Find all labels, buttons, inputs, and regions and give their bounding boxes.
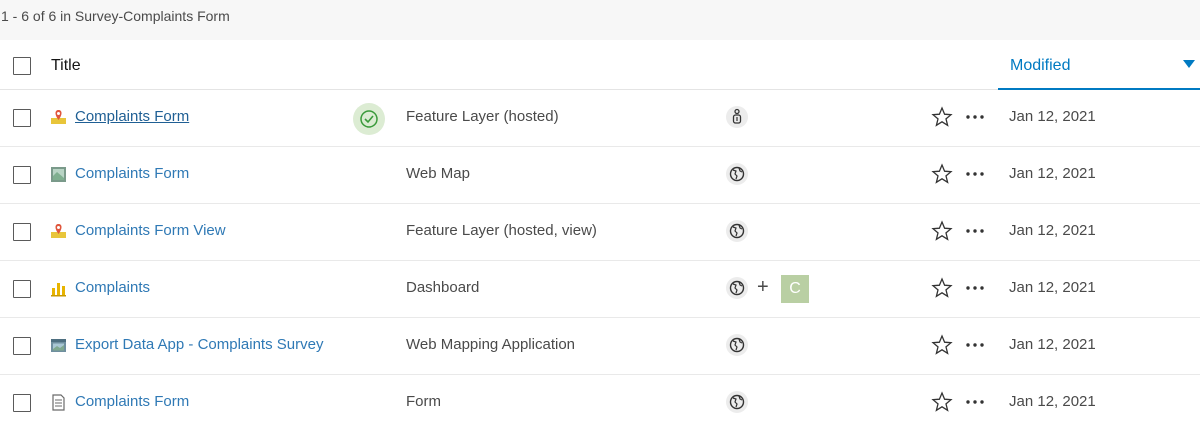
table-row: Complaints Form View Feature Layer (host… [0, 204, 1200, 261]
select-all-checkbox[interactable] [13, 57, 31, 75]
favorite-star-icon[interactable] [931, 220, 953, 242]
table-row: Complaints Form Feature Layer (hosted) J… [0, 90, 1200, 147]
row-checkbox[interactable] [13, 166, 31, 184]
row-checkbox[interactable] [13, 280, 31, 298]
more-options-icon[interactable] [963, 220, 987, 242]
check-circle-icon [353, 103, 385, 135]
group-avatar[interactable]: C [781, 275, 809, 303]
row-checkbox[interactable] [13, 223, 31, 241]
sort-descending-icon[interactable] [1183, 60, 1195, 68]
item-type: Web Mapping Application [406, 336, 575, 353]
modified-column-label: Modified [1010, 57, 1071, 74]
form-icon [52, 394, 65, 411]
table-row: Export Data App - Complaints Survey Web … [0, 318, 1200, 375]
title-column-header[interactable]: Title [51, 57, 81, 75]
modified-column-header[interactable]: Modified [998, 42, 1200, 90]
modified-date: Jan 12, 2021 [1009, 393, 1096, 410]
more-options-icon[interactable] [963, 391, 987, 413]
favorite-star-icon[interactable] [931, 163, 953, 185]
plus-icon: + [757, 276, 769, 298]
results-count: 1 - 6 of 6 in Survey-Complaints Form [1, 8, 230, 24]
globe-icon [726, 334, 748, 356]
modified-date: Jan 12, 2021 [1009, 336, 1096, 353]
item-type: Feature Layer (hosted, view) [406, 222, 597, 239]
more-options-icon[interactable] [963, 334, 987, 356]
item-title-link[interactable]: Complaints [75, 279, 150, 296]
more-options-icon[interactable] [963, 163, 987, 185]
item-title-link[interactable]: Complaints Form View [75, 222, 226, 239]
item-title-link[interactable]: Complaints Form [75, 108, 189, 125]
favorite-star-icon[interactable] [931, 391, 953, 413]
table-row: Complaints Form Form Jan 12, 2021 [0, 375, 1200, 428]
results-bar: 1 - 6 of 6 in Survey-Complaints Form [0, 0, 1200, 40]
more-options-icon[interactable] [963, 277, 987, 299]
favorite-star-icon[interactable] [931, 277, 953, 299]
table-header: Title Modified [0, 42, 1200, 90]
item-title-link[interactable]: Complaints Form [75, 393, 189, 410]
globe-icon [726, 391, 748, 413]
feature-layer-icon [51, 110, 66, 124]
modified-date: Jan 12, 2021 [1009, 279, 1096, 296]
row-checkbox[interactable] [13, 337, 31, 355]
item-type: Form [406, 393, 441, 410]
item-type: Feature Layer (hosted) [406, 108, 559, 125]
web-app-icon [51, 339, 66, 352]
globe-icon [726, 277, 748, 299]
more-options-icon[interactable] [963, 106, 987, 128]
feature-layer-icon [51, 224, 66, 238]
table-row: Complaints Form Web Map Jan 12, 2021 [0, 147, 1200, 204]
item-title-link[interactable]: Export Data App - Complaints Survey [75, 336, 323, 353]
owner-only-icon [726, 106, 748, 128]
web-map-icon [51, 167, 66, 182]
item-title-link[interactable]: Complaints Form [75, 165, 189, 182]
dashboard-icon [51, 283, 66, 297]
modified-date: Jan 12, 2021 [1009, 222, 1096, 239]
globe-icon [726, 220, 748, 242]
globe-icon [726, 163, 748, 185]
row-checkbox[interactable] [13, 109, 31, 127]
modified-date: Jan 12, 2021 [1009, 165, 1096, 182]
item-type: Web Map [406, 165, 470, 182]
favorite-star-icon[interactable] [931, 334, 953, 356]
modified-date: Jan 12, 2021 [1009, 108, 1096, 125]
item-type: Dashboard [406, 279, 480, 296]
row-checkbox[interactable] [13, 394, 31, 412]
favorite-star-icon[interactable] [931, 106, 953, 128]
table-row: Complaints Dashboard + C Jan 12, 2021 [0, 261, 1200, 318]
